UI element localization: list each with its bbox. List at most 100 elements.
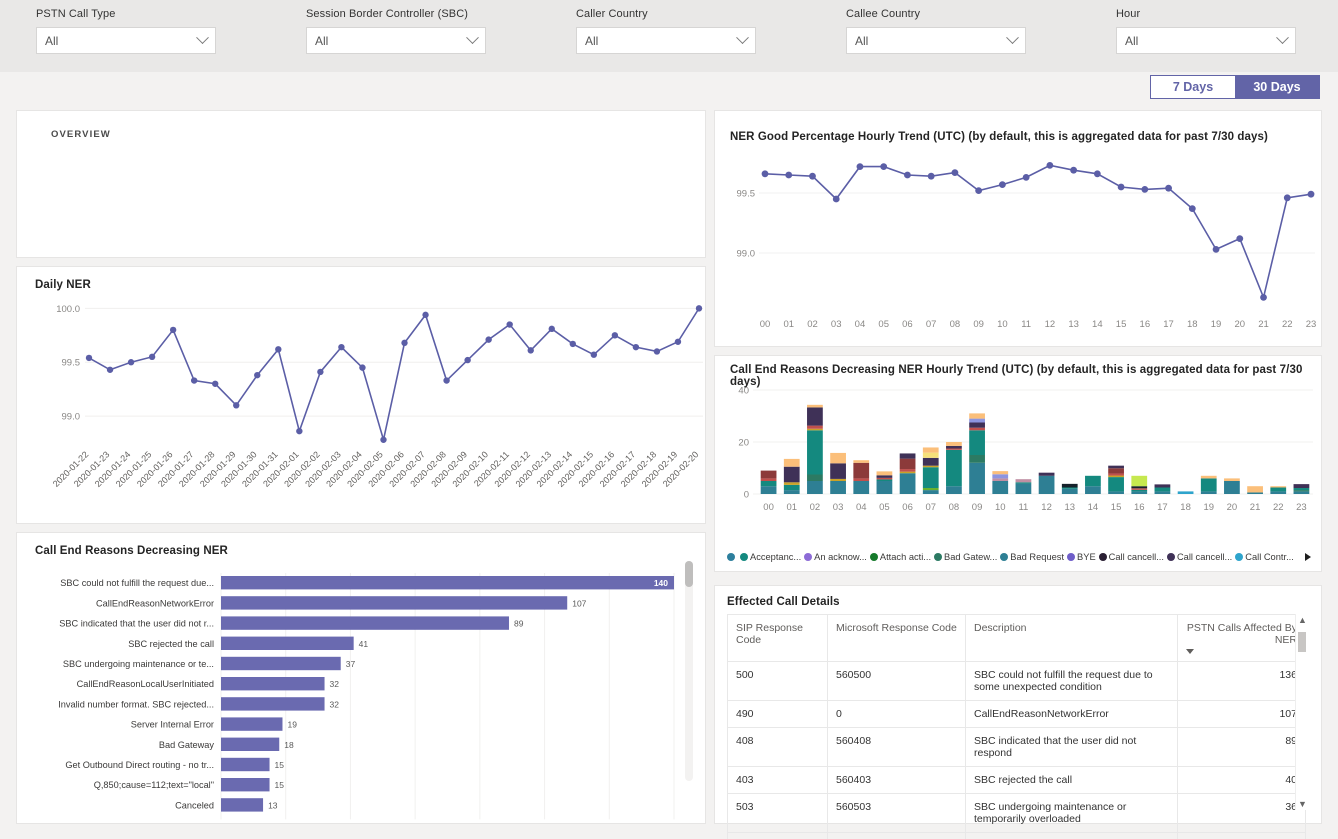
- svg-text:SBC rejected the call: SBC rejected the call: [128, 639, 214, 649]
- svg-text:10: 10: [995, 502, 1006, 513]
- svg-text:99.0: 99.0: [62, 412, 81, 423]
- dashboard-page: PSTN Call Type All Session Border Contro…: [0, 0, 1338, 839]
- table-row[interactable]: 408 560408 SBC indicated that the user did…: [727, 727, 1306, 767]
- svg-text:19: 19: [1211, 319, 1222, 330]
- sbc-value: All: [315, 33, 329, 48]
- legend-item[interactable]: Call Contr...: [1235, 552, 1294, 562]
- svg-text:06: 06: [902, 502, 913, 513]
- hour-select[interactable]: All: [1116, 27, 1296, 54]
- cell-sip-response-code: 503: [727, 793, 828, 833]
- legend-item[interactable]: Call cancell...: [1166, 552, 1233, 562]
- svg-text:23: 23: [1306, 319, 1317, 330]
- chevron-down-icon: [736, 31, 749, 45]
- scroll-down-icon[interactable]: ▼: [1298, 800, 1307, 809]
- svg-text:37: 37: [346, 659, 356, 669]
- svg-text:02: 02: [810, 502, 821, 513]
- callee-country-select[interactable]: All: [846, 27, 1026, 54]
- legend-item[interactable]: An acknow...: [804, 552, 867, 562]
- cell-microsoft-response-code: 560500: [827, 661, 966, 701]
- column-header-label: PSTN Calls Affected By NER: [1186, 622, 1297, 646]
- filter-label: PSTN Call Type: [36, 8, 116, 20]
- svg-text:01: 01: [783, 319, 794, 330]
- cell-description: SBC could not fulfill the request due to…: [965, 661, 1178, 701]
- cell-microsoft-response-code: 560408: [827, 727, 966, 767]
- callee-country-value: All: [855, 33, 869, 48]
- legend-item[interactable]: Bad Gatew...: [934, 552, 997, 562]
- legend-color-dot: [1098, 553, 1107, 561]
- filter-sbc: Session Border Controller (SBC) All: [306, 8, 486, 54]
- svg-text:21: 21: [1250, 502, 1261, 513]
- legend-next-arrow-icon[interactable]: [1305, 553, 1311, 561]
- svg-text:Bad Gateway: Bad Gateway: [159, 740, 215, 750]
- range-30-days-button[interactable]: 30 Days: [1235, 76, 1319, 98]
- column-header-sip-response-code[interactable]: SIP Response Code: [727, 614, 828, 662]
- column-header-microsoft-response-code[interactable]: Microsoft Response Code: [827, 614, 966, 662]
- svg-text:99.5: 99.5: [737, 189, 756, 200]
- svg-text:03: 03: [831, 319, 842, 330]
- svg-text:12: 12: [1041, 502, 1052, 513]
- filter-label: Hour: [1116, 8, 1141, 20]
- table-row[interactable]: 500 560500 SBC could not fulfill the reque…: [727, 661, 1306, 701]
- bar-chart-scrollbar[interactable]: [685, 561, 693, 781]
- cell-microsoft-response-code: 560503: [827, 793, 966, 833]
- cell-sip-response-code: 490: [727, 700, 828, 728]
- chevron-down-icon: [196, 31, 209, 45]
- cell-pstn-calls-affected: 89: [1177, 727, 1306, 767]
- svg-text:15: 15: [275, 760, 285, 770]
- svg-text:15: 15: [1116, 319, 1127, 330]
- legend-item[interactable]: Attach acti...: [869, 552, 931, 562]
- filter-pstn-call-type: PSTN Call Type All: [36, 8, 216, 54]
- cer-hourly-stacked-bar-chart: 0 20 40 00 01 02 03 04 05 06 07 08 09 10 11 12 13 14 15 16 1…: [738, 386, 1313, 513]
- svg-text:40: 40: [738, 386, 749, 397]
- call-end-reasons-title: Call End Reasons Decreasing NER: [35, 545, 228, 557]
- legend-item[interactable]: BYE: [1067, 552, 1096, 562]
- cell-microsoft-response-code: 0: [827, 700, 966, 728]
- call-end-reasons-bar-chart: 020406080100120140140SBC could not fulfi…: [58, 573, 675, 820]
- svg-text:22: 22: [1282, 319, 1293, 330]
- hour-value: All: [1125, 33, 1139, 48]
- pstn-call-type-select[interactable]: All: [36, 27, 216, 54]
- table-row[interactable]: 403 560403 SBC rejected the call 40: [727, 766, 1306, 794]
- table-row[interactable]: 490 0 CallEndReasonNetworkError 107: [727, 700, 1306, 728]
- legend-item[interactable]: Bad Request: [1000, 552, 1064, 562]
- scrollbar-thumb[interactable]: [1298, 632, 1306, 652]
- filter-callee-country: Callee Country All: [846, 8, 1026, 54]
- legend-color-dot: [1067, 553, 1076, 561]
- svg-text:Invalid number format. SBC rej: Invalid number format. SBC rejected...: [58, 699, 214, 709]
- legend-item-label: Call Contr...: [1245, 552, 1294, 562]
- column-header-description[interactable]: Description: [965, 614, 1178, 662]
- legend-item[interactable]: Acceptanc...: [740, 552, 801, 562]
- svg-text:21: 21: [1258, 319, 1269, 330]
- svg-text:13: 13: [1064, 502, 1075, 513]
- svg-text:16: 16: [1134, 502, 1145, 513]
- scroll-up-icon[interactable]: ▲: [1298, 616, 1307, 625]
- table-scrollbar[interactable]: ▲ ▼: [1295, 614, 1307, 810]
- scrollbar-thumb[interactable]: [685, 561, 693, 587]
- caller-country-value: All: [585, 33, 599, 48]
- legend-item[interactable]: [727, 553, 737, 561]
- svg-text:32: 32: [330, 699, 340, 709]
- svg-text:17: 17: [1163, 319, 1174, 330]
- svg-text:16: 16: [1140, 319, 1151, 330]
- legend-item[interactable]: Call cancell...: [1098, 552, 1164, 562]
- svg-text:SBC could not fulfill the requ: SBC could not fulfill the request due...: [60, 578, 214, 588]
- legend-item-label: Bad Request: [1010, 552, 1065, 562]
- legend-item-label: Call cancell...: [1176, 552, 1233, 562]
- caller-country-select[interactable]: All: [576, 27, 756, 54]
- pstn-call-type-value: All: [45, 33, 59, 48]
- svg-text:15: 15: [275, 780, 285, 790]
- cell-microsoft-response-code: 560403: [827, 766, 966, 794]
- sbc-select[interactable]: All: [306, 27, 486, 54]
- legend-item-label: Call cancell...: [1108, 552, 1164, 562]
- table-row[interactable]: 503 560503 SBC undergoing maintenance or t…: [727, 793, 1306, 833]
- svg-text:SBC indicated that the user di: SBC indicated that the user did not r...: [59, 619, 214, 629]
- svg-text:20: 20: [738, 438, 749, 449]
- column-header-pstn-calls-affected[interactable]: PSTN Calls Affected By NER: [1177, 614, 1306, 662]
- total-blank-2: [965, 832, 1178, 839]
- table-total-row: Total 639: [727, 832, 1306, 839]
- svg-text:12: 12: [1045, 319, 1056, 330]
- cell-pstn-calls-affected: 36: [1177, 793, 1306, 833]
- svg-text:18: 18: [1187, 319, 1198, 330]
- range-7-days-button[interactable]: 7 Days: [1151, 76, 1235, 98]
- svg-text:00: 00: [760, 319, 771, 330]
